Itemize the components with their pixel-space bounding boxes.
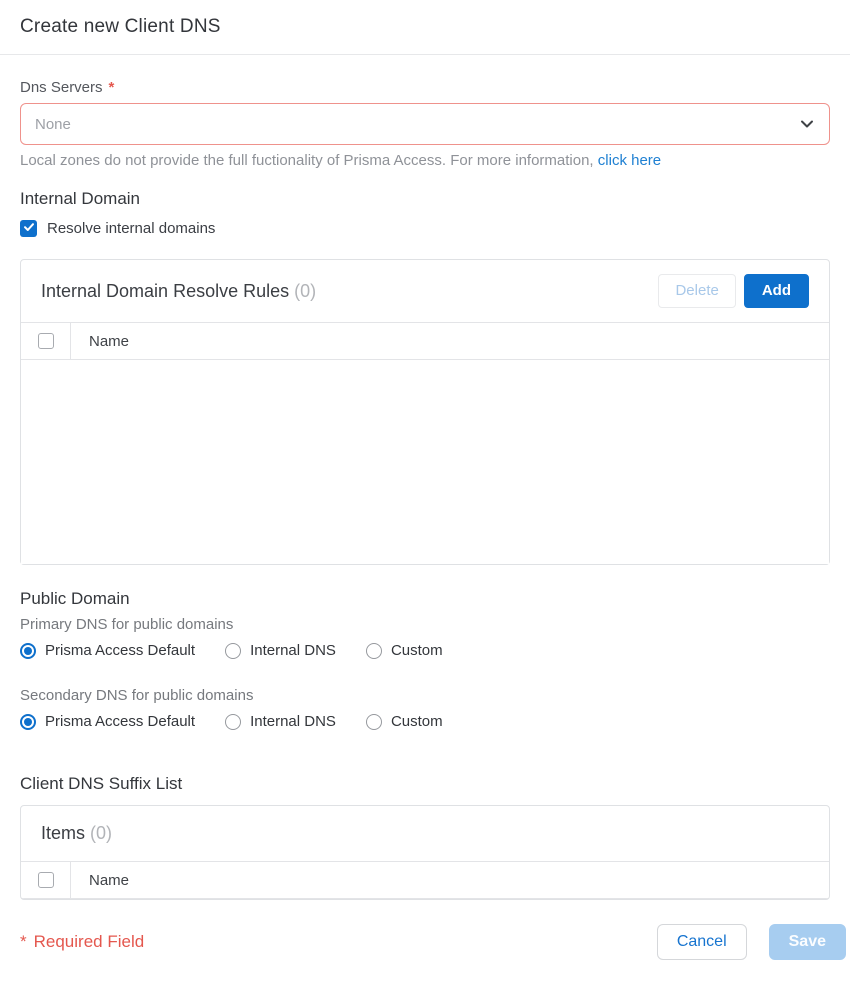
delete-button[interactable]: Delete	[658, 274, 735, 308]
items-title-text: Items	[41, 823, 85, 843]
suffix-items-card: Items (0) Name	[20, 805, 830, 900]
required-field-note: * Required Field	[20, 932, 144, 952]
secondary-option-label: Prisma Access Default	[45, 713, 195, 730]
items-card-header: Items (0)	[21, 806, 829, 861]
primary-option-prisma-access-default[interactable]: Prisma Access Default	[20, 642, 195, 659]
dns-servers-label: Dns Servers *	[20, 79, 830, 96]
resolve-internal-domains-label: Resolve internal domains	[47, 220, 215, 237]
dns-servers-label-text: Dns Servers	[20, 79, 103, 96]
radio-selected-icon[interactable]	[20, 714, 36, 730]
radio-dot	[24, 718, 32, 726]
primary-option-custom[interactable]: Custom	[366, 642, 443, 659]
radio-dot	[24, 647, 32, 655]
rules-title-text: Internal Domain Resolve Rules	[41, 281, 289, 301]
rules-card-title: Internal Domain Resolve Rules (0)	[41, 281, 658, 302]
secondary-option-custom[interactable]: Custom	[366, 713, 443, 730]
items-card-title: Items (0)	[41, 823, 809, 844]
rules-card-header: Internal Domain Resolve Rules (0) Delete…	[21, 260, 829, 322]
items-table-header: Name	[21, 861, 829, 899]
radio-unselected-icon[interactable]	[366, 643, 382, 659]
rules-select-all-checkbox[interactable]	[38, 333, 54, 349]
helper-text-body: Local zones do not provide the full fuct…	[20, 152, 594, 169]
primary-dns-label: Primary DNS for public domains	[20, 616, 830, 633]
check-icon	[23, 220, 35, 238]
radio-unselected-icon[interactable]	[366, 714, 382, 730]
resolve-internal-domains-checkbox[interactable]	[20, 220, 37, 237]
internal-domain-heading: Internal Domain	[20, 189, 830, 209]
radio-unselected-icon[interactable]	[225, 643, 241, 659]
page-title: Create new Client DNS	[20, 16, 221, 38]
required-field-text: Required Field	[34, 932, 145, 952]
dns-servers-helper-text: Local zones do not provide the full fuct…	[20, 152, 830, 169]
add-button[interactable]: Add	[744, 274, 809, 308]
dns-servers-select[interactable]: None	[20, 103, 830, 145]
primary-dns-radio-group: Prisma Access Default Internal DNS Custo…	[20, 642, 830, 659]
items-count-badge: (0)	[90, 823, 112, 843]
rules-card-actions: Delete Add	[658, 274, 809, 308]
items-name-column-header: Name	[71, 862, 129, 898]
secondary-option-label: Internal DNS	[250, 713, 336, 730]
resolve-internal-domains-row[interactable]: Resolve internal domains	[20, 220, 830, 237]
primary-option-label: Internal DNS	[250, 642, 336, 659]
dialog-content: Dns Servers * None Local zones do not pr…	[0, 79, 850, 960]
primary-option-label: Prisma Access Default	[45, 642, 195, 659]
dialog-footer: * Required Field Cancel Save	[20, 924, 846, 960]
secondary-option-label: Custom	[391, 713, 443, 730]
required-asterisk: *	[20, 932, 27, 952]
rules-select-all-cell	[21, 323, 71, 359]
primary-option-internal-dns[interactable]: Internal DNS	[225, 642, 336, 659]
secondary-dns-radio-group: Prisma Access Default Internal DNS Custo…	[20, 713, 830, 730]
secondary-option-prisma-access-default[interactable]: Prisma Access Default	[20, 713, 195, 730]
chevron-down-icon[interactable]	[799, 116, 815, 132]
required-asterisk: *	[109, 79, 115, 96]
radio-unselected-icon[interactable]	[225, 714, 241, 730]
internal-domain-resolve-rules-card: Internal Domain Resolve Rules (0) Delete…	[20, 259, 830, 565]
client-dns-suffix-list-heading: Client DNS Suffix List	[20, 774, 830, 794]
radio-selected-icon[interactable]	[20, 643, 36, 659]
secondary-dns-label: Secondary DNS for public domains	[20, 687, 830, 704]
secondary-option-internal-dns[interactable]: Internal DNS	[225, 713, 336, 730]
rules-table-empty-body	[21, 360, 829, 564]
public-domain-heading: Public Domain	[20, 589, 830, 609]
rules-count-badge: (0)	[294, 281, 316, 301]
dialog-header: Create new Client DNS	[0, 0, 850, 55]
footer-actions: Cancel Save	[657, 924, 846, 960]
items-select-all-checkbox[interactable]	[38, 872, 54, 888]
create-client-dns-dialog: Create new Client DNS Dns Servers * None…	[0, 0, 850, 1002]
save-button[interactable]: Save	[769, 924, 846, 960]
rules-name-column-header: Name	[71, 323, 129, 359]
click-here-link[interactable]: click here	[598, 152, 661, 169]
rules-table-header: Name	[21, 322, 829, 360]
items-select-all-cell	[21, 862, 71, 898]
dns-servers-select-value: None	[35, 116, 799, 133]
cancel-button[interactable]: Cancel	[657, 924, 747, 960]
primary-option-label: Custom	[391, 642, 443, 659]
